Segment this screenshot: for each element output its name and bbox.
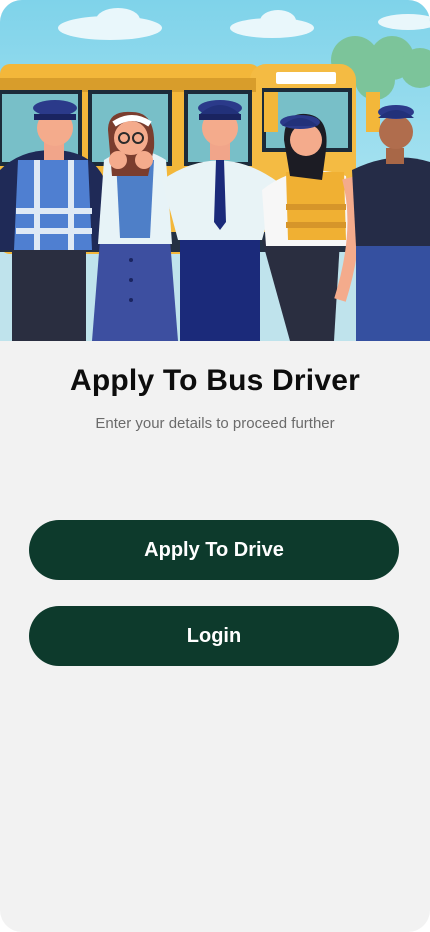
bus-drivers-illustration xyxy=(0,0,430,341)
page-title: Apply To Bus Driver xyxy=(70,364,360,397)
login-button[interactable]: Login xyxy=(29,606,399,666)
apply-to-drive-button[interactable]: Apply To Drive xyxy=(29,520,399,580)
app-screen: Apply To Bus Driver Enter your details t… xyxy=(0,0,430,932)
page-subtitle: Enter your details to proceed further xyxy=(95,415,335,432)
